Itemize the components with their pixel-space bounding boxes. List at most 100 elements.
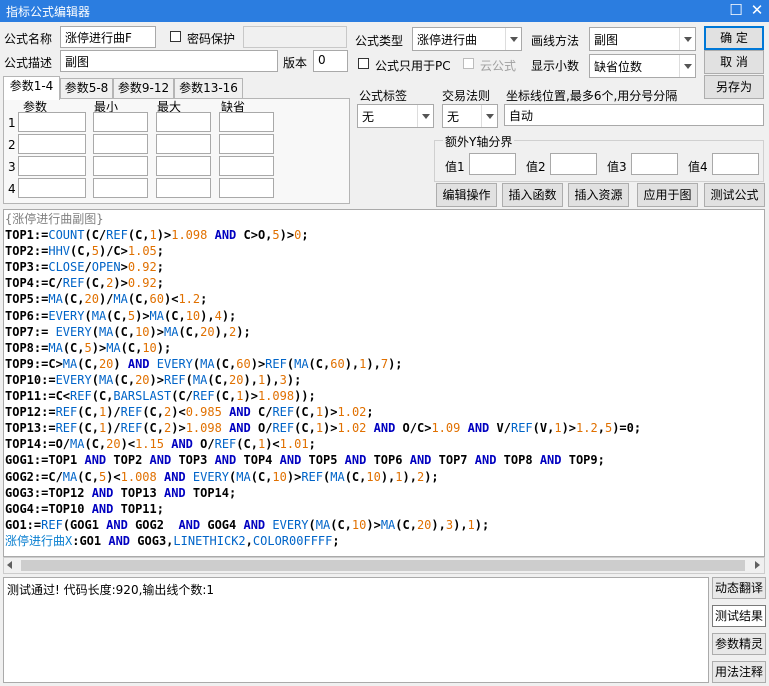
pc-only-label: 公式只用于PC [375,59,451,73]
tab-params-13-16[interactable]: 参数13-16 [174,78,243,98]
name-input[interactable]: 涨停进行曲F [60,26,156,48]
desc-label: 公式描述 [4,56,53,70]
param-min-input[interactable] [93,178,148,198]
type-select[interactable]: 涨停进行曲 [412,27,522,51]
desc-input[interactable]: 副图 [60,50,278,72]
password-label: 密码保护 [187,32,236,46]
row-number: 1 [8,116,16,130]
code-line[interactable]: TOP1:=COUNT(C/REF(C,1)>1.098 AND C>O,5)>… [5,227,764,243]
param-default-input[interactable] [219,112,274,132]
code-line[interactable]: TOP11:=C<REF(C,BARSLAST(C/REF(C,1)>1.098… [5,388,764,404]
code-line[interactable]: GOG4:=TOP10 AND TOP11; [5,501,764,517]
param-min-input[interactable] [93,134,148,154]
code-text[interactable]: {涨停进行曲副图} TOP1:=COUNT(C/REF(C,1)>1.098 AN… [4,210,764,549]
tab-params-9-12[interactable]: 参数9-12 [113,78,174,98]
param-max-input[interactable] [156,112,211,132]
code-line[interactable]: TOP3:=CLOSE/OPEN>0.92; [5,259,764,275]
code-editor[interactable]: {涨停进行曲副图} TOP1:=COUNT(C/REF(C,1)>1.098 AN… [3,209,765,557]
code-line[interactable]: TOP14:=O/MA(C,20)<1.15 AND O/REF(C,1)<1.… [5,436,764,452]
window-title: 指标公式编辑器 [6,5,91,19]
code-line[interactable]: TOP13:=REF(C,1)/REF(C,2)>1.098 AND O/REF… [5,420,764,436]
code-line[interactable]: {涨停进行曲副图} [5,211,764,227]
scrollbar-thumb[interactable] [21,560,745,571]
output-message: 测试通过! 代码长度:920,输出线个数:1 [7,583,215,597]
param-default-input[interactable] [219,156,274,176]
axis-input[interactable]: 自动 [504,104,764,126]
code-line[interactable]: TOP10:=EVERY(MA(C,20)>REF(MA(C,20),1),3)… [5,372,764,388]
decimals-select-value: 缺省位数 [594,60,643,74]
chevron-down-icon [679,55,695,77]
password-checkbox[interactable] [170,31,181,42]
row-number: 4 [8,182,16,196]
pc-only-checkbox[interactable] [358,58,369,69]
param-max-input[interactable] [156,178,211,198]
yaxis-value-4-input[interactable] [712,153,759,175]
apply-to-chart-button[interactable]: 应用于图 [637,183,698,207]
yaxis-value-3-input[interactable] [631,153,678,175]
rule-select-value: 无 [447,110,460,124]
cloud-label: 云公式 [480,59,517,73]
param-name-input[interactable] [18,156,86,176]
type-select-value: 涨停进行曲 [417,33,478,47]
rule-select[interactable]: 无 [442,104,498,128]
param-wizard-button[interactable]: 参数精灵 [712,633,766,655]
rule-label: 交易法则 [442,89,491,103]
password-input[interactable] [243,26,347,48]
param-name-input[interactable] [18,112,86,132]
code-line[interactable]: TOP5:=MA(C,20)/MA(C,60)<1.2; [5,291,764,307]
cloud-checkbox[interactable] [463,58,474,69]
draw-select[interactable]: 副图 [589,27,696,51]
scroll-left-icon[interactable] [7,561,12,569]
yaxis-value-1-input[interactable] [469,153,516,175]
code-line[interactable]: GOG3:=TOP12 AND TOP13 AND TOP14; [5,485,764,501]
param-max-input[interactable] [156,134,211,154]
row-number: 3 [8,160,16,174]
save-as-button[interactable]: 另存为 [704,75,764,99]
tab-params-1-4[interactable]: 参数1-4 [3,76,60,100]
edit-ops-button[interactable]: 编辑操作 [436,183,497,207]
dynamic-translate-button[interactable]: 动态翻译 [712,577,766,599]
code-line[interactable]: GO1:=REF(GOG1 AND GOG2 AND GOG4 AND EVER… [5,517,764,533]
decimals-select[interactable]: 缺省位数 [589,54,696,78]
param-min-input[interactable] [93,156,148,176]
code-line[interactable]: GOG1:=TOP1 AND TOP2 AND TOP3 AND TOP4 AN… [5,452,764,468]
axis-label: 坐标线位置,最多6个,用分号分隔 [506,89,678,103]
code-line[interactable]: TOP6:=EVERY(MA(C,5)>MA(C,10),4); [5,308,764,324]
insert-function-button[interactable]: 插入函数 [502,183,563,207]
tab-params-5-8[interactable]: 参数5-8 [60,78,113,98]
code-line[interactable]: TOP9:=C>MA(C,20) AND EVERY(MA(C,60)>REF(… [5,356,764,372]
param-name-input[interactable] [18,134,86,154]
code-line[interactable]: TOP12:=REF(C,1)/REF(C,2)<0.985 AND C/REF… [5,404,764,420]
param-min-input[interactable] [93,112,148,132]
close-icon[interactable]: ✕ [745,1,769,21]
param-name-input[interactable] [18,178,86,198]
scroll-right-icon[interactable] [755,561,760,569]
test-formula-button[interactable]: 测试公式 [704,183,765,207]
horizontal-scrollbar[interactable] [3,557,765,574]
code-line[interactable]: TOP2:=HHV(C,5)/C>1.05; [5,243,764,259]
param-default-input[interactable] [219,134,274,154]
ok-button[interactable]: 确 定 [704,26,764,50]
chevron-down-icon [417,105,433,127]
yaxis-group: 额外Y轴分界 值1 值2 值3 值4 [434,133,764,182]
insert-resource-button[interactable]: 插入资源 [568,183,629,207]
code-line[interactable]: GOG2:=C/MA(C,5)<1.008 AND EVERY(MA(C,10)… [5,469,764,485]
yaxis-group-label: 额外Y轴分界 [443,133,515,150]
cancel-button[interactable]: 取 消 [704,50,764,74]
tag-select[interactable]: 无 [357,104,434,128]
version-input[interactable]: 0 [313,50,348,72]
code-line[interactable]: 涨停进行曲X:GO1 AND GOG3,LINETHICK2,COLOR00FF… [5,533,764,549]
params-panel: 参数 最小 最大 缺省 1 2 3 4 [3,98,350,204]
test-result-button[interactable]: 测试结果 [712,605,766,627]
param-default-input[interactable] [219,178,274,198]
usage-notes-button[interactable]: 用法注释 [712,661,766,683]
code-line[interactable]: TOP8:=MA(C,5)>MA(C,10); [5,340,764,356]
code-line[interactable]: TOP7:= EVERY(MA(C,10)>MA(C,20),2); [5,324,764,340]
yaxis-value-2-input[interactable] [550,153,597,175]
code-line[interactable]: TOP4:=C/REF(C,2)>0.92; [5,275,764,291]
name-label: 公式名称 [4,32,53,46]
draw-label: 画线方法 [531,34,580,48]
yaxis-value-label: 值2 [526,160,546,174]
param-max-input[interactable] [156,156,211,176]
chevron-down-icon [481,105,497,127]
